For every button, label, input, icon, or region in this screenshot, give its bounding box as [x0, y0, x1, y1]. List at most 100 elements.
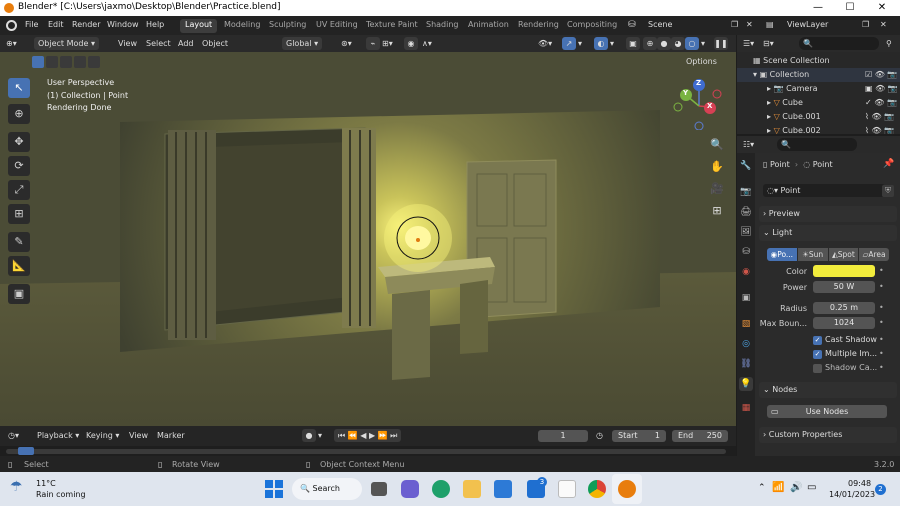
collection-tab-icon[interactable]: ▣ — [739, 291, 753, 305]
record-icon[interactable]: ● — [302, 429, 316, 442]
start-frame-field[interactable]: Start 1 — [612, 430, 666, 442]
shadow-caustics-keyframe-dot-icon[interactable]: • — [879, 363, 884, 372]
viewlayer-selector[interactable]: ViewLayer — [787, 20, 828, 29]
world-tab-icon[interactable]: ◉ — [739, 265, 753, 279]
multiple-importance-keyframe-dot-icon[interactable]: • — [879, 349, 884, 358]
cast-shadow-checkbox[interactable]: ✓ — [813, 336, 822, 345]
solid-shading-icon[interactable]: ● — [657, 37, 671, 50]
auto-key-dropdown-icon[interactable]: ▾ — [318, 429, 322, 442]
render-tab-icon[interactable]: 📷 — [739, 185, 753, 199]
xray-icon[interactable]: ▣ — [626, 37, 640, 50]
material-shading-icon[interactable]: ◕ — [671, 37, 685, 50]
properties-editor-icon[interactable]: ☷▾ — [743, 138, 754, 151]
use-nodes-button[interactable]: ▭ Use Nodes — [767, 405, 887, 418]
cast-shadow-keyframe-dot-icon[interactable]: • — [879, 335, 884, 344]
notification-badge[interactable]: 2 — [875, 484, 886, 495]
blender-taskbar-icon[interactable] — [618, 480, 636, 498]
timeline-scroll-track[interactable] — [6, 449, 726, 454]
delete-scene-icon[interactable]: ✕ — [746, 20, 753, 29]
max-bounces-keyframe-dot-icon[interactable]: • — [879, 318, 884, 327]
keying-menu[interactable]: Keying ▾ — [86, 429, 119, 442]
nodes-panel-header[interactable]: ⌄ Nodes — [759, 382, 897, 398]
weather-temp[interactable]: 11°C — [36, 479, 56, 488]
marker-menu[interactable]: Marker — [157, 429, 185, 442]
tab-modeling[interactable]: Modeling — [219, 19, 265, 33]
battery-icon[interactable]: ▭ — [807, 482, 816, 493]
output-tab-icon[interactable]: 🖨 — [739, 205, 753, 219]
scale-tool-icon[interactable]: ⤢ — [8, 180, 30, 200]
power-field[interactable]: 50 W — [813, 281, 875, 293]
transform-tool-icon[interactable]: ⊞ — [8, 204, 30, 224]
tab-rendering[interactable]: Rendering — [513, 19, 564, 33]
tab-sculpting[interactable]: Sculpting — [264, 19, 311, 33]
tray-chevron-icon[interactable]: ⌃ — [758, 483, 766, 493]
document-icon[interactable] — [558, 480, 576, 498]
visibility-icon[interactable]: 👁▾ — [538, 37, 552, 50]
windows-start-icon[interactable] — [265, 480, 283, 498]
outliner-editor-icon[interactable]: ☰▾ — [743, 37, 754, 50]
overlay-dropdown-icon[interactable]: ▾ — [610, 37, 614, 50]
menu-object[interactable]: Object — [202, 37, 228, 50]
falloff-icon[interactable]: ∧▾ — [422, 37, 432, 50]
weather-text[interactable]: Rain coming — [36, 490, 86, 499]
viewlayer-icon[interactable]: ▤ — [766, 20, 774, 29]
light-type-area[interactable]: ▱Area — [859, 248, 889, 261]
menu-window[interactable]: Window — [107, 20, 139, 29]
select-box-icon[interactable] — [32, 56, 44, 68]
pin-icon[interactable]: 📌 — [883, 159, 894, 169]
scene-icon[interactable]: ⛁ — [628, 20, 636, 30]
taskbar-search-box[interactable]: 🔍 Search — [292, 478, 362, 500]
outliner-options-icon[interactable]: ⚲ — [886, 37, 892, 50]
orientation-dropdown[interactable]: Global ▾ — [282, 37, 323, 50]
select-invert-icon[interactable] — [74, 56, 86, 68]
close-button[interactable]: ✕ — [866, 0, 898, 16]
menu-help[interactable]: Help — [146, 20, 164, 29]
playhead[interactable] — [18, 447, 34, 455]
proportional-edit-icon[interactable]: ◉ — [404, 37, 418, 50]
color-swatch[interactable] — [813, 265, 875, 277]
light-type-sun[interactable]: ☀Sun — [797, 248, 828, 261]
radius-keyframe-dot-icon[interactable]: • — [879, 303, 884, 312]
camera-view-icon[interactable]: 🎥 — [708, 180, 726, 198]
physics-tab-icon[interactable]: ◎ — [739, 337, 753, 351]
volume-icon[interactable]: 🔊 — [790, 482, 802, 493]
current-frame-field[interactable]: 1 — [538, 430, 588, 442]
file-explorer-icon[interactable] — [463, 480, 481, 498]
custom-properties-panel-header[interactable]: › Custom Properties — [759, 427, 897, 443]
new-scene-icon[interactable]: ❐ — [731, 20, 738, 29]
power-keyframe-dot-icon[interactable]: • — [879, 282, 884, 291]
menu-edit[interactable]: Edit — [48, 20, 64, 29]
select-tool-icon[interactable]: ↖ — [8, 78, 30, 98]
tab-animation[interactable]: Animation — [463, 19, 514, 33]
gizmo-toggle-icon[interactable]: ↗ — [562, 37, 576, 50]
shading-dropdown-icon[interactable]: ▾ — [701, 37, 705, 50]
measure-tool-icon[interactable]: 📐 — [8, 256, 30, 276]
tab-layout[interactable]: Layout — [180, 19, 218, 33]
new-viewlayer-icon[interactable]: ❐ — [862, 20, 869, 29]
rendered-shading-icon[interactable]: ○ — [685, 37, 699, 50]
outliner-filter-icon[interactable]: ⊟▾ — [763, 37, 774, 50]
constraints-tab-icon[interactable]: ⛓ — [739, 357, 753, 371]
delete-viewlayer-icon[interactable]: ✕ — [880, 20, 887, 29]
timeline-scrubber[interactable] — [0, 446, 736, 456]
navigation-gizmo[interactable]: Z Y X — [672, 78, 726, 131]
tab-uv-editing[interactable]: UV Editing — [311, 19, 363, 33]
fake-user-shield-icon[interactable]: ⛨ — [882, 185, 894, 197]
pivot-icon[interactable]: ⊛▾ — [341, 37, 352, 50]
wifi-icon[interactable]: 📶 — [772, 482, 784, 493]
cursor-tool-icon[interactable]: ⊕ — [8, 104, 30, 124]
light-data-tab-icon[interactable]: 💡 — [739, 377, 753, 391]
tab-compositing[interactable]: Compositing — [562, 19, 622, 33]
edge-icon[interactable] — [432, 480, 450, 498]
editor-type-icon[interactable]: ⊕▾ — [6, 37, 17, 50]
annotate-tool-icon[interactable]: ✎ — [8, 232, 30, 252]
weather-rain-icon[interactable]: ☂ — [10, 479, 23, 495]
menu-file[interactable]: File — [25, 20, 38, 29]
add-cube-tool-icon[interactable]: ▣ — [8, 284, 30, 304]
menu-select[interactable]: Select — [146, 37, 171, 50]
tab-shading[interactable]: Shading — [421, 19, 464, 33]
gizmo-dropdown-icon[interactable]: ▾ — [578, 37, 582, 50]
view-layer-tab-icon[interactable]: 🖼 — [739, 225, 753, 239]
max-bounces-field[interactable]: 1024 — [813, 317, 875, 329]
perspective-toggle-icon[interactable]: ⊞ — [708, 202, 726, 220]
